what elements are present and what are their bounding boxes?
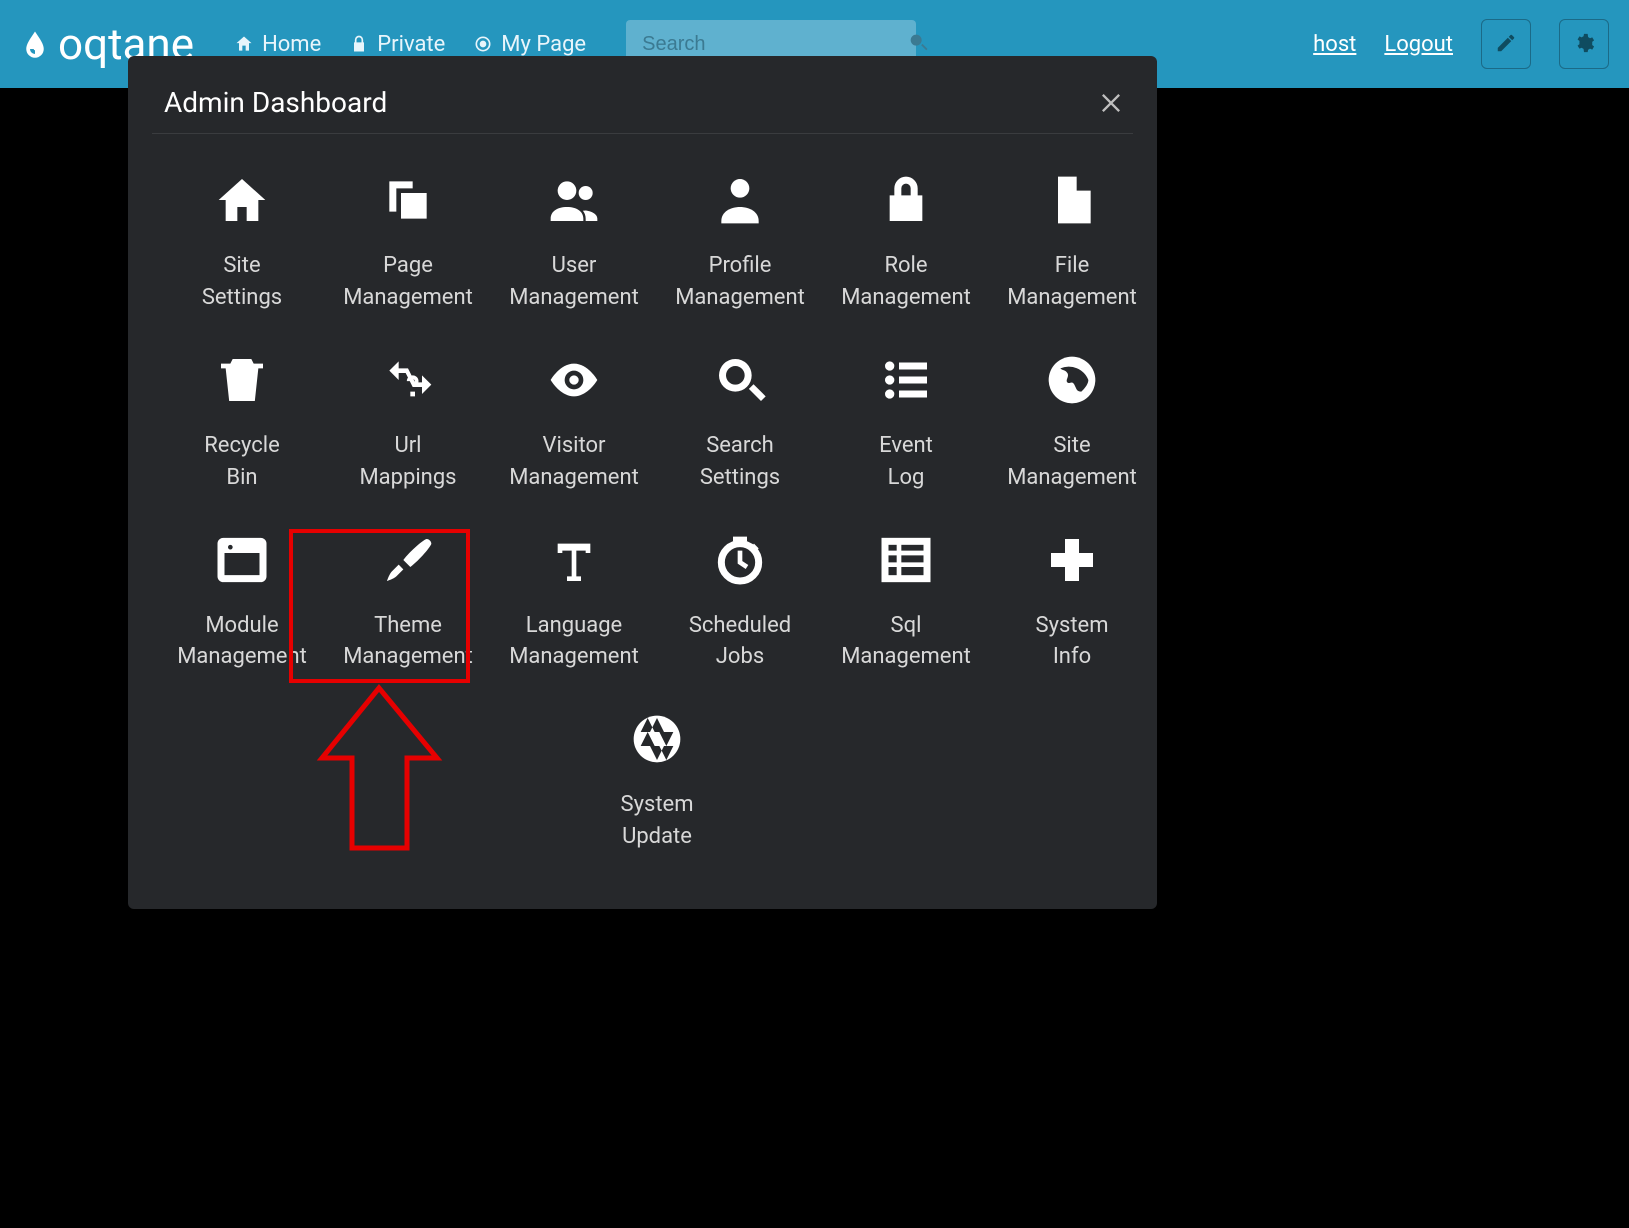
- dash-label: Visitor Management: [509, 430, 639, 494]
- dash-search-settings[interactable]: Search Settings: [660, 342, 820, 510]
- dash-url-mappings[interactable]: Url Mappings: [328, 342, 488, 510]
- dashboard-row-4: System Update: [162, 701, 1152, 869]
- dash-label: Module Management: [177, 610, 307, 674]
- copy-icon: [380, 172, 436, 250]
- plus-medical-icon: [1044, 532, 1100, 610]
- list-icon: [878, 352, 934, 430]
- modal-overlay: Admin Dashboard Site Settings Page Manag…: [0, 0, 1629, 1228]
- dash-label: Url Mappings: [359, 430, 456, 494]
- eye-icon: [546, 352, 602, 430]
- search-icon: [712, 352, 768, 430]
- dash-role-management[interactable]: Role Management: [826, 162, 986, 330]
- dash-label: Page Management: [343, 250, 473, 314]
- dash-profile-management[interactable]: Profile Management: [660, 162, 820, 330]
- dash-label: Role Management: [841, 250, 971, 314]
- dash-sql-management[interactable]: Sql Management: [826, 522, 986, 690]
- dash-file-management[interactable]: File Management: [992, 162, 1152, 330]
- globe-icon: [1044, 352, 1100, 430]
- dash-label: File Management: [1007, 250, 1137, 314]
- file-icon: [1044, 172, 1100, 250]
- close-icon: [1097, 102, 1125, 121]
- dash-theme-management[interactable]: Theme Management: [328, 522, 488, 690]
- dash-label: Scheduled Jobs: [689, 610, 791, 674]
- window-icon: [214, 532, 270, 610]
- dash-module-management[interactable]: Module Management: [162, 522, 322, 690]
- dash-system-info[interactable]: System Info: [992, 522, 1152, 690]
- dash-site-settings[interactable]: Site Settings: [162, 162, 322, 330]
- user-icon: [712, 172, 768, 250]
- dash-label: Sql Management: [841, 610, 971, 674]
- dash-label: User Management: [509, 250, 639, 314]
- modal-title: Admin Dashboard: [164, 86, 387, 119]
- dash-label: Recycle Bin: [204, 430, 280, 494]
- dash-label: Site Management: [1007, 430, 1137, 494]
- dash-page-management[interactable]: Page Management: [328, 162, 488, 330]
- admin-dashboard-modal: Admin Dashboard Site Settings Page Manag…: [128, 56, 1157, 909]
- question-shuffle-icon: [380, 352, 436, 430]
- close-button[interactable]: [1097, 89, 1125, 117]
- trash-icon: [214, 352, 270, 430]
- timer-icon: [712, 532, 768, 610]
- dash-label: Language Management: [509, 610, 639, 674]
- aperture-icon: [629, 711, 685, 789]
- dash-label: Profile Management: [675, 250, 805, 314]
- dash-label: System Info: [1036, 610, 1109, 674]
- dash-system-update[interactable]: System Update: [577, 701, 737, 869]
- dash-visitor-management[interactable]: Visitor Management: [494, 342, 654, 510]
- dash-event-log[interactable]: Event Log: [826, 342, 986, 510]
- dash-label: Theme Management: [343, 610, 473, 674]
- brush-icon: [380, 532, 436, 610]
- home-icon: [214, 172, 270, 250]
- dash-site-management[interactable]: Site Management: [992, 342, 1152, 510]
- modal-header: Admin Dashboard: [152, 86, 1133, 134]
- dash-scheduled-jobs[interactable]: Scheduled Jobs: [660, 522, 820, 690]
- dash-recycle-bin[interactable]: Recycle Bin: [162, 342, 322, 510]
- dash-language-management[interactable]: Language Management: [494, 522, 654, 690]
- table-icon: [878, 532, 934, 610]
- users-icon: [546, 172, 602, 250]
- dash-label: Site Settings: [202, 250, 282, 314]
- dash-label: System Update: [621, 789, 694, 853]
- dash-label: Event Log: [879, 430, 933, 494]
- lock-icon: [878, 172, 934, 250]
- dash-user-management[interactable]: User Management: [494, 162, 654, 330]
- dashboard-grid: Site Settings Page Management User Manag…: [152, 134, 1133, 869]
- font-icon: [546, 532, 602, 610]
- dash-label: Search Settings: [700, 430, 780, 494]
